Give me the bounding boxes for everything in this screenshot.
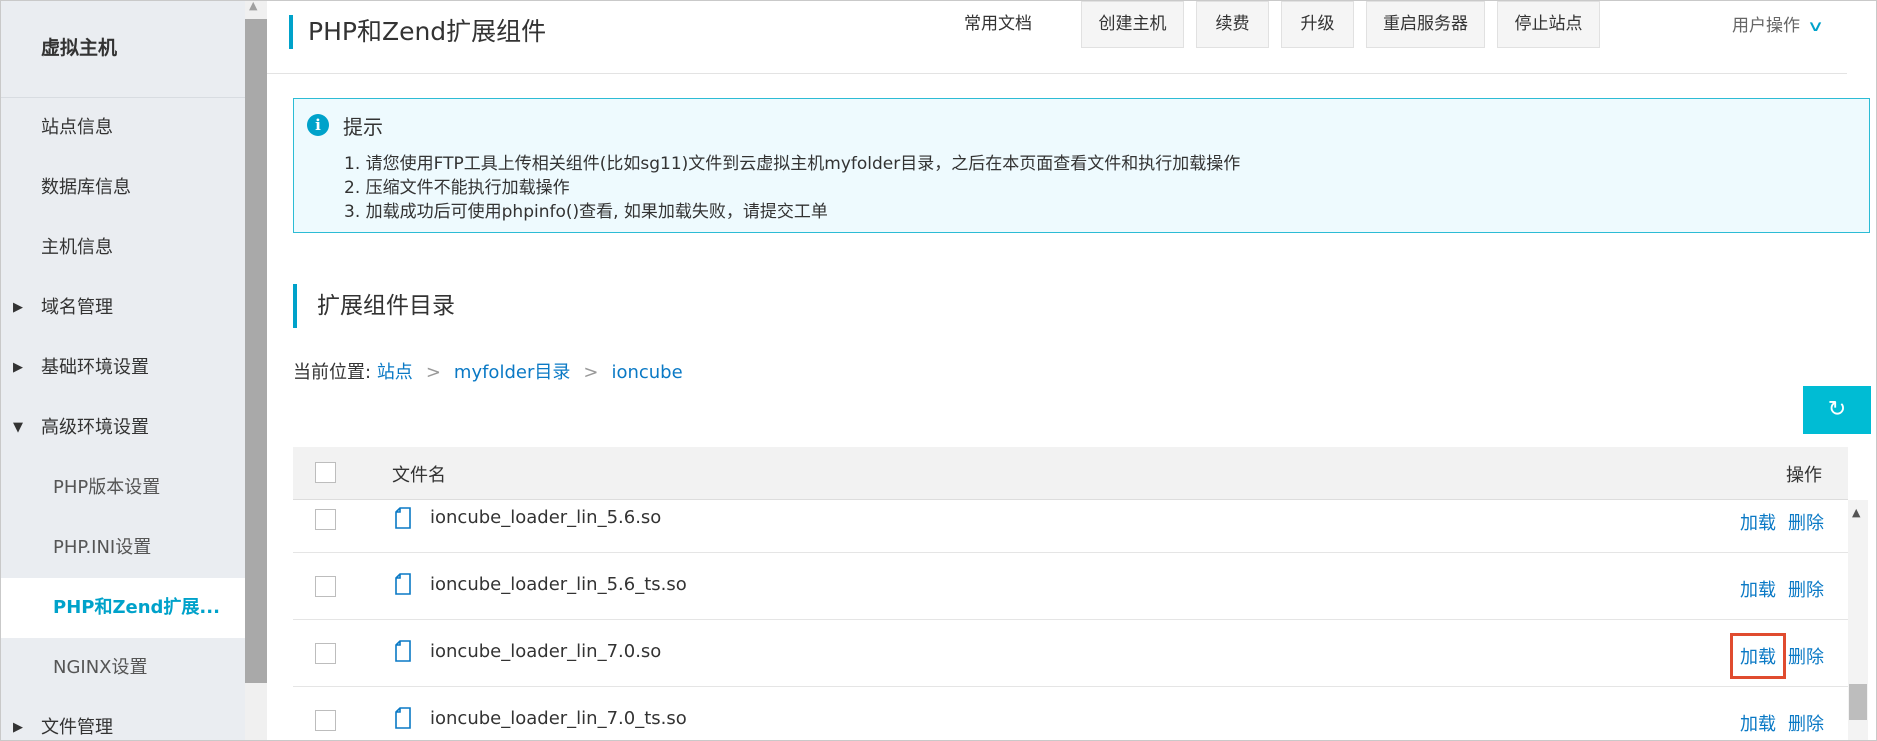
scrollbar-thumb[interactable] bbox=[1849, 684, 1867, 720]
table-header: 文件名 操作 bbox=[293, 447, 1848, 500]
restart-server-button[interactable]: 重启服务器 bbox=[1366, 1, 1485, 48]
stop-site-button[interactable]: 停止站点 bbox=[1497, 1, 1600, 48]
user-ops-dropdown[interactable]: 用户操作 ∨ bbox=[1732, 11, 1824, 36]
create-host-button[interactable]: 创建主机 bbox=[1081, 1, 1184, 48]
caret-right-icon: ▶ bbox=[13, 720, 23, 735]
file-icon bbox=[395, 640, 411, 662]
sidebar-item[interactable]: 数据库信息 bbox=[1, 158, 245, 218]
tip-line: 3. 加载成功后可使用phpinfo()查看, 如果加载失败，请提交工单 bbox=[344, 202, 828, 222]
sidebar-item[interactable]: NGINX设置 bbox=[1, 638, 245, 698]
sidebar-item[interactable]: ▶ 域名管理 bbox=[1, 278, 245, 338]
sidebar-item[interactable]: PHP.INI设置 bbox=[1, 518, 245, 578]
sidebar-item-label: PHP和Zend扩展... bbox=[53, 597, 220, 618]
sidebar-item-label: 文件管理 bbox=[41, 717, 113, 738]
sidebar-item-label: 站点信息 bbox=[41, 117, 113, 138]
file-name: ioncube_loader_lin_7.0_ts.so bbox=[430, 708, 687, 729]
refresh-icon: ↻ bbox=[1827, 397, 1847, 422]
scroll-up-icon[interactable]: ▲ bbox=[249, 1, 257, 12]
row-checkbox[interactable] bbox=[315, 643, 336, 664]
file-table: 文件名 操作 ioncube_loader_lin_5.6.so 加载 删除 ionc… bbox=[293, 447, 1848, 740]
sidebar-item[interactable]: ▼ 高级环境设置 bbox=[1, 398, 245, 458]
delete-button[interactable]: 删除 bbox=[1788, 710, 1824, 736]
tip-title: 提示 bbox=[343, 115, 383, 139]
chevron-right-icon: > bbox=[583, 362, 599, 383]
row-checkbox[interactable] bbox=[315, 576, 336, 597]
breadcrumb-ioncube[interactable]: ioncube bbox=[611, 362, 682, 383]
sidebar-item-label: NGINX设置 bbox=[53, 657, 148, 678]
load-button[interactable]: 加载 bbox=[1740, 576, 1776, 602]
table-row: ioncube_loader_lin_5.6_ts.so 加载 删除 bbox=[293, 553, 1848, 620]
load-button[interactable]: 加载 bbox=[1730, 633, 1786, 679]
user-ops-label: 用户操作 bbox=[1732, 16, 1800, 36]
sidebar-item-label: 基础环境设置 bbox=[41, 357, 149, 378]
sidebar-item[interactable]: ▶ 基础环境设置 bbox=[1, 338, 245, 398]
file-icon bbox=[395, 507, 411, 529]
table-body: ioncube_loader_lin_5.6.so 加载 删除 ioncube_loa… bbox=[293, 500, 1848, 740]
chevron-right-icon: > bbox=[425, 362, 441, 383]
load-button[interactable]: 加载 bbox=[1740, 710, 1776, 736]
sidebar-menu: 站点信息数据库信息主机信息 ▶ 域名管理 ▶ 基础环境设置 ▼ 高级环境设置 PHP版本设置 P… bbox=[1, 98, 245, 740]
tip-line: 1. 请您使用FTP工具上传相关组件(比如sg11)文件到云虚拟主机myfold… bbox=[344, 154, 1241, 174]
sidebar-item-label: PHP.INI设置 bbox=[53, 537, 152, 558]
sidebar-item[interactable]: 站点信息 bbox=[1, 98, 245, 158]
breadcrumb: 当前位置: 站点 > myfolder目录 > ioncube bbox=[293, 358, 683, 384]
sidebar-item[interactable]: 主机信息 bbox=[1, 218, 245, 278]
sidebar-item-label: 域名管理 bbox=[41, 297, 113, 318]
delete-button[interactable]: 删除 bbox=[1788, 576, 1824, 602]
caret-right-icon: ▶ bbox=[13, 300, 23, 315]
file-icon bbox=[395, 573, 411, 595]
tip-line: 2. 压缩文件不能执行加载操作 bbox=[344, 178, 570, 198]
row-checkbox[interactable] bbox=[315, 710, 336, 731]
common-docs-link[interactable]: 常用文档 bbox=[964, 9, 1032, 34]
info-icon: i bbox=[307, 114, 329, 136]
section-title: 扩展组件目录 bbox=[293, 284, 455, 328]
page-title: PHP和Zend扩展组件 bbox=[289, 15, 546, 49]
select-all-checkbox[interactable] bbox=[315, 462, 336, 483]
sidebar-item-label: 数据库信息 bbox=[41, 177, 131, 198]
table-row: ioncube_loader_lin_5.6.so 加载 删除 bbox=[293, 500, 1848, 553]
file-name: ioncube_loader_lin_5.6.so bbox=[430, 507, 662, 528]
breadcrumb-myfolder[interactable]: myfolder目录 bbox=[454, 362, 570, 383]
chevron-down-icon: ∨ bbox=[1806, 17, 1825, 35]
top-bar: PHP和Zend扩展组件 常用文档 创建主机 续费 升级 重启服务器 停止站点 … bbox=[267, 1, 1847, 74]
sidebar-item[interactable]: ▶ 文件管理 bbox=[1, 698, 245, 740]
sidebar-title: 虚拟主机 bbox=[1, 1, 245, 98]
sidebar-scrollbar[interactable]: ▲ bbox=[245, 1, 267, 740]
sidebar-item-label: 主机信息 bbox=[41, 237, 113, 258]
file-name: ioncube_loader_lin_5.6_ts.so bbox=[430, 574, 687, 595]
breadcrumb-site[interactable]: 站点 bbox=[377, 362, 413, 383]
load-button[interactable]: 加载 bbox=[1740, 509, 1776, 535]
row-checkbox[interactable] bbox=[315, 509, 336, 530]
sidebar-item-label: PHP版本设置 bbox=[53, 477, 161, 498]
renew-button[interactable]: 续费 bbox=[1196, 1, 1269, 48]
caret-right-icon: ▶ bbox=[13, 360, 23, 375]
table-row: ioncube_loader_lin_7.0_ts.so 加载 删除 bbox=[293, 687, 1848, 740]
tip-box: i 提示 1. 请您使用FTP工具上传相关组件(比如sg11)文件到云虚拟主机m… bbox=[293, 98, 1870, 233]
column-header-ops: 操作 bbox=[1786, 465, 1822, 486]
table-scrollbar[interactable]: ▲ bbox=[1848, 500, 1868, 740]
scrollbar-thumb[interactable] bbox=[245, 19, 267, 683]
scroll-up-icon[interactable]: ▲ bbox=[1852, 506, 1860, 519]
sidebar: 虚拟主机 站点信息数据库信息主机信息 ▶ 域名管理 ▶ 基础环境设置 ▼ 高级环境设置 PHP… bbox=[1, 1, 245, 740]
caret-down-icon: ▼ bbox=[13, 420, 23, 435]
table-row: ioncube_loader_lin_7.0.so 加载 删除 bbox=[293, 620, 1848, 687]
main-content: PHP和Zend扩展组件 常用文档 创建主机 续费 升级 重启服务器 停止站点 … bbox=[267, 1, 1876, 740]
column-header-name: 文件名 bbox=[392, 465, 446, 486]
sidebar-item[interactable]: PHP和Zend扩展... bbox=[1, 578, 245, 638]
app-window: 虚拟主机 站点信息数据库信息主机信息 ▶ 域名管理 ▶ 基础环境设置 ▼ 高级环境设置 PHP… bbox=[0, 0, 1877, 741]
file-name: ioncube_loader_lin_7.0.so bbox=[430, 641, 662, 662]
breadcrumb-prefix: 当前位置: bbox=[293, 362, 372, 383]
refresh-button[interactable]: ↻ bbox=[1803, 386, 1871, 434]
file-icon bbox=[395, 707, 411, 729]
upgrade-button[interactable]: 升级 bbox=[1281, 1, 1354, 48]
sidebar-item-label: 高级环境设置 bbox=[41, 417, 149, 438]
delete-button[interactable]: 删除 bbox=[1788, 643, 1824, 669]
delete-button[interactable]: 删除 bbox=[1788, 509, 1824, 535]
sidebar-item[interactable]: PHP版本设置 bbox=[1, 458, 245, 518]
